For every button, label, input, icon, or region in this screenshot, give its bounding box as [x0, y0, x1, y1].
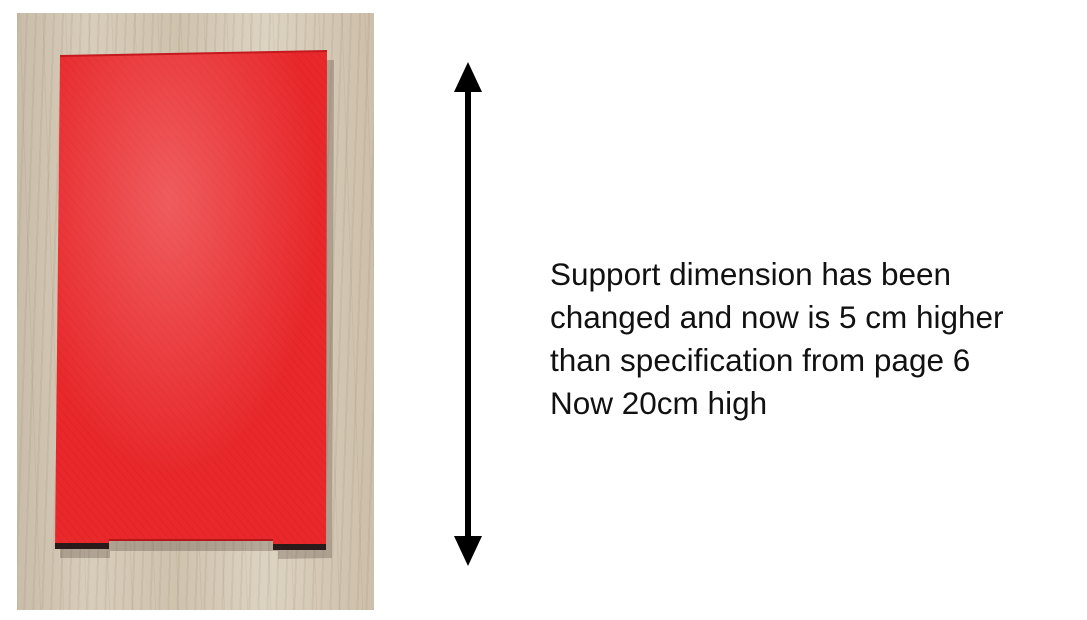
- note-line: than specification from page 6: [550, 342, 971, 378]
- dimension-note: Support dimension has been changed and n…: [550, 253, 1080, 425]
- note-line: Now 20cm high: [550, 385, 768, 421]
- note-line: changed and now is 5 cm higher: [550, 299, 1004, 335]
- note-line: Support dimension has been: [550, 256, 952, 292]
- double-headed-arrow-icon: [454, 62, 482, 566]
- foot-left: [55, 543, 109, 549]
- support-photo: [17, 13, 374, 610]
- foot-right: [273, 544, 326, 550]
- support-plate-image: [55, 50, 334, 559]
